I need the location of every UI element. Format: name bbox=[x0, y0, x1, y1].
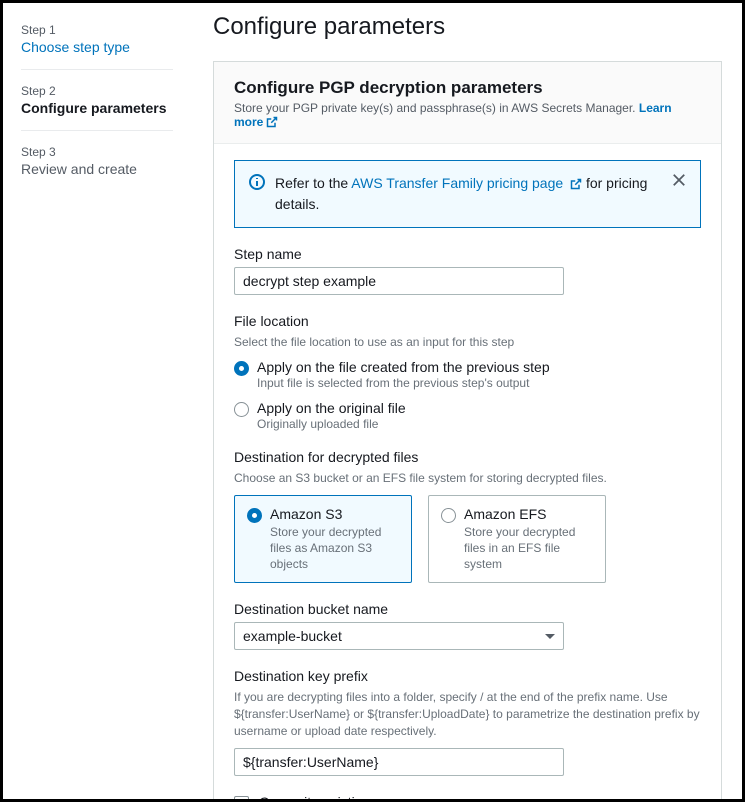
close-alert-button[interactable] bbox=[672, 173, 686, 190]
tile-amazon-s3[interactable]: Amazon S3 Store your decrypted files as … bbox=[234, 495, 412, 584]
radio-icon bbox=[247, 508, 262, 523]
pricing-page-link[interactable]: AWS Transfer Family pricing page bbox=[351, 175, 582, 191]
alert-text: Refer to the AWS Transfer Family pricing… bbox=[275, 173, 658, 215]
radio-desc: Originally uploaded file bbox=[257, 417, 406, 431]
step-1[interactable]: Step 1 Choose step type bbox=[21, 19, 173, 70]
destination-label: Destination for decrypted files bbox=[234, 449, 701, 465]
step-2-title: Configure parameters bbox=[21, 100, 173, 116]
radio-original-file[interactable]: Apply on the original file Originally up… bbox=[234, 400, 701, 431]
key-prefix-label: Destination key prefix bbox=[234, 668, 701, 684]
step-name-label: Step name bbox=[234, 246, 701, 262]
tile-title: Amazon EFS bbox=[464, 506, 593, 522]
wizard-steps-sidebar: Step 1 Choose step type Step 2 Configure… bbox=[3, 3, 193, 799]
checkbox-title: Overwrite existing bbox=[259, 794, 653, 799]
step-2-label: Step 2 bbox=[21, 84, 173, 98]
tile-title: Amazon S3 bbox=[270, 506, 399, 522]
step-2: Step 2 Configure parameters bbox=[21, 80, 173, 131]
bucket-name-label: Destination bucket name bbox=[234, 601, 701, 617]
panel-description: Store your PGP private key(s) and passph… bbox=[234, 101, 701, 129]
step-1-label: Step 1 bbox=[21, 23, 173, 37]
info-icon bbox=[249, 174, 265, 193]
panel-header: Configure PGP decryption parameters Stor… bbox=[214, 62, 721, 144]
step-3-label: Step 3 bbox=[21, 145, 173, 159]
step-3-title: Review and create bbox=[21, 161, 173, 177]
radio-title: Apply on the file created from the previ… bbox=[257, 359, 550, 375]
step-name-input[interactable] bbox=[234, 267, 564, 295]
radio-title: Apply on the original file bbox=[257, 400, 406, 416]
file-location-help: Select the file location to use as an in… bbox=[234, 334, 701, 351]
radio-previous-step-file[interactable]: Apply on the file created from the previ… bbox=[234, 359, 701, 390]
radio-desc: Input file is selected from the previous… bbox=[257, 376, 550, 390]
external-link-icon bbox=[266, 116, 278, 128]
tile-desc: Store your decrypted files in an EFS fil… bbox=[464, 524, 593, 573]
file-location-label: File location bbox=[234, 313, 701, 329]
page-title: Configure parameters bbox=[213, 13, 722, 41]
main-content: Configure parameters Configure PGP decry… bbox=[193, 3, 742, 799]
pricing-info-alert: Refer to the AWS Transfer Family pricing… bbox=[234, 160, 701, 228]
config-panel: Configure PGP decryption parameters Stor… bbox=[213, 61, 722, 799]
checkbox-icon bbox=[234, 796, 249, 799]
panel-title: Configure PGP decryption parameters bbox=[234, 78, 701, 98]
key-prefix-help: If you are decrypting files into a folde… bbox=[234, 689, 701, 739]
external-link-icon bbox=[570, 178, 582, 190]
key-prefix-input[interactable] bbox=[234, 748, 564, 776]
close-icon bbox=[672, 173, 686, 187]
radio-icon bbox=[234, 361, 249, 376]
tile-desc: Store your decrypted files as Amazon S3 … bbox=[270, 524, 399, 573]
step-1-title[interactable]: Choose step type bbox=[21, 39, 173, 55]
caret-down-icon bbox=[545, 634, 555, 639]
overwrite-existing-checkbox[interactable]: Overwrite existing Overwrite if a file w… bbox=[234, 794, 701, 799]
select-value: example-bucket bbox=[243, 628, 342, 644]
radio-icon bbox=[441, 508, 456, 523]
radio-icon bbox=[234, 402, 249, 417]
destination-help: Choose an S3 bucket or an EFS file syste… bbox=[234, 470, 701, 487]
tile-amazon-efs[interactable]: Amazon EFS Store your decrypted files in… bbox=[428, 495, 606, 584]
bucket-name-select[interactable]: example-bucket bbox=[234, 622, 564, 650]
step-3: Step 3 Review and create bbox=[21, 141, 173, 191]
